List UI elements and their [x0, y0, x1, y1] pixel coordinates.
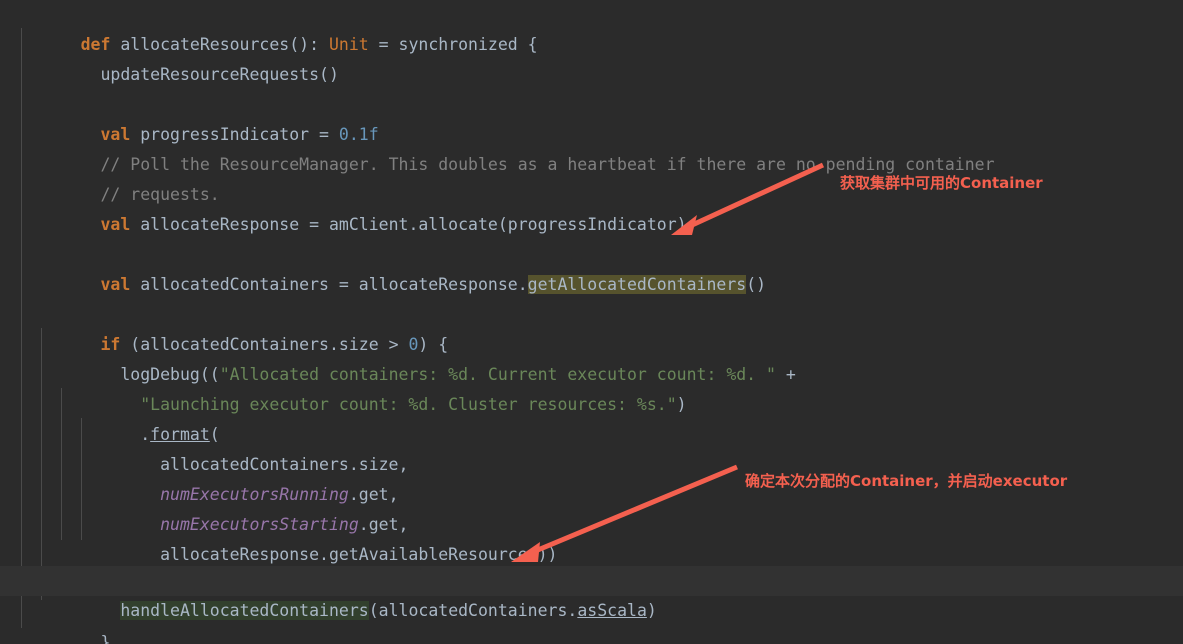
code-line[interactable]: .format(: [0, 390, 1183, 444]
code-line[interactable]: val allocatedContainers = allocateRespon…: [0, 240, 1183, 294]
code-line[interactable]: logDebug(("Allocated containers: %d. Cur…: [0, 330, 1183, 384]
code-line[interactable]: val progressIndicator = 0.1f: [0, 90, 1183, 144]
code-editor-content[interactable]: def allocateResources(): Unit = synchron…: [0, 0, 1183, 644]
code-line[interactable]: [0, 270, 1183, 300]
code-line[interactable]: [0, 60, 1183, 90]
code-line[interactable]: allocatedContainers.size,: [0, 420, 1183, 474]
code-line[interactable]: if (allocatedContainers.size > 0) {: [0, 300, 1183, 354]
code-line[interactable]: [0, 210, 1183, 240]
code-line[interactable]: }: [0, 598, 1183, 644]
code-line[interactable]: def allocateResources(): Unit = synchron…: [0, 0, 1183, 54]
annotation-label-2: 确定本次分配的Container，并启动executor: [745, 472, 1068, 490]
code-line[interactable]: allocateResponse.getAvailableResources)): [0, 510, 1183, 564]
code-line-current[interactable]: handleAllocatedContainers(allocatedConta…: [0, 566, 1183, 620]
code-line[interactable]: updateResourceRequests(): [0, 30, 1183, 84]
code-screenshot: def allocateResources(): Unit = synchron…: [0, 0, 1183, 644]
annotation-label-1: 获取集群中可用的Container: [840, 174, 1043, 192]
code-line[interactable]: "Launching executor count: %d. Cluster r…: [0, 360, 1183, 414]
code-line[interactable]: // Poll the ResourceManager. This double…: [0, 120, 1183, 174]
